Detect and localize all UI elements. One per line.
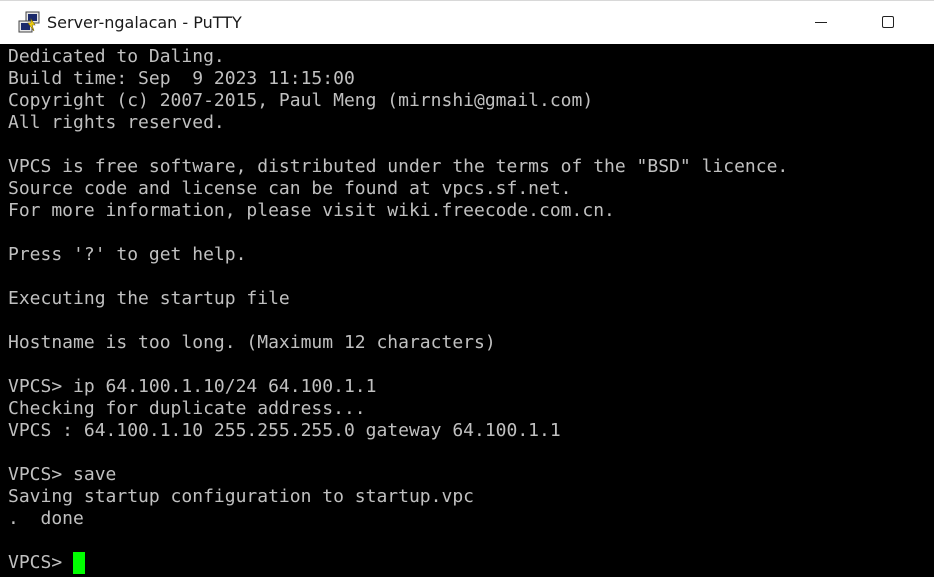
title-bar[interactable]: Server-ngalacan - PuTTY bbox=[0, 0, 934, 44]
terminal-line: Executing the startup file bbox=[8, 288, 290, 309]
maximize-button[interactable] bbox=[866, 1, 912, 45]
terminal-line: VPCS> save bbox=[8, 464, 117, 485]
terminal-line: For more information, please visit wiki.… bbox=[8, 200, 615, 221]
terminal-line: . done bbox=[8, 508, 84, 529]
terminal-line: Hostname is too long. (Maximum 12 charac… bbox=[8, 332, 496, 353]
putty-window: Server-ngalacan - PuTTY Dedicated to Dal… bbox=[0, 0, 934, 577]
terminal-line: Source code and license can be found at … bbox=[8, 178, 572, 199]
terminal-cursor bbox=[73, 552, 86, 574]
terminal-line: Press '?' to get help. bbox=[8, 244, 247, 265]
terminal-line: All rights reserved. bbox=[8, 112, 225, 133]
maximize-icon bbox=[882, 16, 894, 28]
terminal-line: VPCS is free software, distributed under… bbox=[8, 156, 789, 177]
window-title: Server-ngalacan - PuTTY bbox=[47, 13, 242, 32]
terminal-prompt-line[interactable]: VPCS> bbox=[8, 552, 86, 574]
terminal-area[interactable]: Dedicated to Daling. Build time: Sep 9 20… bbox=[0, 44, 934, 577]
putty-icon bbox=[18, 11, 40, 33]
terminal-line: Build time: Sep 9 2023 11:15:00 bbox=[8, 68, 355, 89]
terminal-line: Saving startup configuration to startup.… bbox=[8, 486, 474, 507]
minimize-button[interactable] bbox=[798, 1, 844, 45]
terminal-line: VPCS> ip 64.100.1.10/24 64.100.1.1 bbox=[8, 376, 377, 397]
terminal-output: Dedicated to Daling. Build time: Sep 9 20… bbox=[8, 46, 788, 552]
terminal-line: Dedicated to Daling. bbox=[8, 46, 225, 67]
terminal-line: VPCS : 64.100.1.10 255.255.255.0 gateway… bbox=[8, 420, 561, 441]
terminal-line: Copyright (c) 2007-2015, Paul Meng (mirn… bbox=[8, 90, 594, 111]
terminal-line: Checking for duplicate address... bbox=[8, 398, 366, 419]
minimize-icon bbox=[815, 22, 827, 23]
terminal-prompt: VPCS> bbox=[8, 552, 74, 573]
